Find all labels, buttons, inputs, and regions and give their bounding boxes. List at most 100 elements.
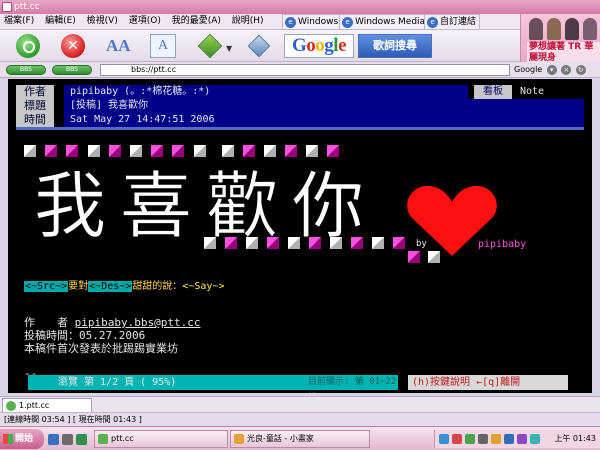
search-engine-box[interactable]: Google ▾ × ↻ [510, 62, 600, 78]
tray-icon[interactable] [517, 434, 527, 444]
footer-author-label: 作 者 [24, 316, 68, 329]
dropdown-icon[interactable]: ▾ [546, 64, 557, 75]
ansi-block [66, 145, 78, 157]
refresh-icon[interactable]: ↻ [575, 64, 586, 75]
ansi-block [204, 237, 216, 249]
header-label-author: 作者 [16, 85, 54, 99]
task-ptt[interactable]: ptt.cc [94, 430, 228, 448]
des-token: <~Des~> [88, 281, 133, 292]
menu-favorites[interactable]: 我的最愛(A) [168, 14, 225, 29]
bbs-pill-left[interactable]: BBS [6, 65, 46, 75]
globe-icon: e [285, 17, 296, 28]
font-select-button[interactable]: A [150, 34, 176, 58]
header-label-title: 標題 [16, 99, 54, 113]
tray-icon[interactable] [491, 434, 501, 444]
ansi-text: 要對 [68, 281, 89, 292]
ansi-block [306, 145, 318, 157]
ansi-block [267, 237, 279, 249]
ie-icon[interactable] [48, 434, 59, 445]
header-divider [16, 127, 584, 130]
board-tag: 看板 [474, 85, 512, 99]
header-time: Sat May 27 14:47:51 2006 [64, 113, 584, 127]
menu-help[interactable]: 說明(H) [228, 14, 268, 29]
ansi-block [351, 237, 363, 249]
ansi-block [24, 145, 36, 157]
title-bar: ptt.cc [0, 0, 600, 14]
ansi-block [285, 145, 297, 157]
tray-icon[interactable] [530, 434, 540, 444]
link-windows[interactable]: e Windows [282, 14, 343, 30]
ansi-block [225, 237, 237, 249]
search-engine-label: Google [514, 65, 543, 74]
tray-icon[interactable] [452, 434, 462, 444]
font-size-button[interactable]: AA [106, 36, 131, 56]
link-custom[interactable]: e 自訂連結 [424, 14, 481, 30]
status-help[interactable]: (h)按鍵說明 ←[q]離開 [408, 375, 568, 390]
tray-icon[interactable] [478, 434, 488, 444]
ansi-text: 甜甜的說： [132, 281, 183, 292]
system-tray: 上午 01:43 [434, 430, 600, 448]
globe-icon [98, 434, 108, 444]
globe-icon [6, 401, 16, 411]
chevron-down-icon[interactable]: ▼ [226, 44, 232, 53]
google-search-button[interactable]: Google [284, 34, 354, 58]
cube-icon[interactable] [247, 34, 271, 58]
ansi-template-line: <~Src~>要對<~Des~>甜甜的說：<~Say~> [24, 277, 224, 292]
header-author: pipibaby (。:*棉花糖。:*) [64, 85, 468, 99]
menu-file[interactable]: 檔案(F) [0, 14, 38, 29]
paint-icon [234, 434, 244, 444]
person-figure [547, 18, 561, 40]
toolbar: ✕ AA A ▼ Google 歌詞搜尋 [0, 30, 600, 62]
tab-bar: 1.ptt.cc [0, 396, 600, 412]
connection-status: [連線時間 03:54 ] [ 現在時間 01:43 ] [0, 412, 600, 426]
globe-icon: e [342, 17, 353, 28]
ansi-block [172, 145, 184, 157]
ansi-block [222, 145, 234, 157]
task-paint[interactable]: 光良-童話 - 小畫家 [230, 430, 370, 448]
header-label-time: 時間 [16, 113, 54, 127]
package-icon[interactable] [197, 33, 223, 59]
menu-options[interactable]: 選項(O) [125, 14, 165, 29]
leave-key[interactable]: ←[q]離開 [476, 377, 520, 388]
tray-icon[interactable] [504, 434, 514, 444]
src-token: <~Src~> [24, 281, 69, 292]
tray-icon[interactable] [439, 434, 449, 444]
header-title: [投稿] 我喜歡你 [64, 99, 584, 113]
mail-icon[interactable] [62, 434, 73, 445]
globe-icon: e [427, 17, 438, 28]
say-token: <~Say~> [182, 281, 225, 292]
refresh-button[interactable] [16, 34, 40, 58]
ansi-block [264, 145, 276, 157]
ansi-block [109, 145, 121, 157]
ansi-block [428, 251, 440, 263]
address-row: BBS BBS bbs://ptt.cc [0, 62, 520, 78]
desktop-icon[interactable] [76, 434, 87, 445]
lyrics-search-button[interactable]: 歌詞搜尋 [358, 34, 432, 58]
ansi-block [194, 145, 206, 157]
tab-ptt[interactable]: 1.ptt.cc [2, 398, 92, 412]
ansi-block [45, 145, 57, 157]
ansi-block [408, 251, 420, 263]
address-input[interactable]: bbs://ptt.cc [100, 64, 510, 76]
link-windows-media[interactable]: e Windows Media [339, 14, 430, 30]
ansi-block [88, 145, 100, 157]
status-showing: 目前顯示: 第 01~22 行 [308, 375, 398, 393]
stop-button[interactable]: ✕ [61, 34, 85, 58]
ansi-block [288, 237, 300, 249]
close-icon[interactable]: × [561, 64, 572, 75]
ad-text: 夢想讓著 TR 華麗現身 [527, 42, 600, 64]
footer-origin: 本稿件首次發表於批踢踢實業坊 [24, 342, 178, 355]
menu-edit[interactable]: 編輯(E) [41, 14, 80, 29]
footer-author-email[interactable]: pipibaby.bbs@ptt.cc [75, 316, 201, 329]
menu-view[interactable]: 檢視(V) [83, 14, 122, 29]
tray-icon[interactable] [465, 434, 475, 444]
ansi-block [246, 237, 258, 249]
start-button[interactable]: 開始 [0, 429, 44, 449]
clock[interactable]: 上午 01:43 [554, 430, 596, 448]
help-key[interactable]: (h)按鍵說明 [412, 377, 470, 388]
bbs-terminal[interactable]: 作者 標題 時間 pipibaby (。:*棉花糖。:*) [投稿] 我喜歡你 … [8, 79, 592, 393]
bbs-pill-right[interactable]: BBS [52, 65, 92, 75]
ansi-block [372, 237, 384, 249]
window-title: ptt.cc [14, 2, 40, 12]
ansi-block [130, 145, 142, 157]
